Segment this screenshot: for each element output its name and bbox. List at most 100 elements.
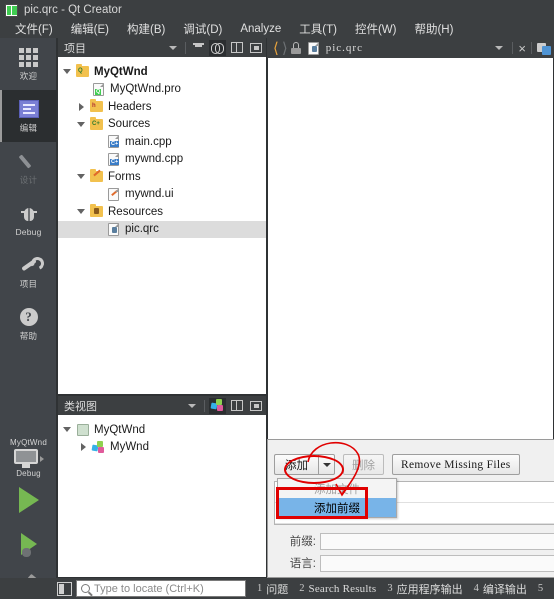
chevron-left-icon[interactable]: ⟨ bbox=[273, 40, 279, 56]
close-icon[interactable]: × bbox=[518, 42, 526, 55]
chevron-down-icon[interactable] bbox=[164, 40, 181, 56]
tree-row[interactable]: MyQtWnd bbox=[58, 421, 266, 439]
twisty-right-icon[interactable] bbox=[74, 102, 88, 111]
split-editor-icon[interactable] bbox=[537, 41, 551, 55]
twisty-down-icon[interactable] bbox=[74, 174, 88, 180]
tree-row[interactable]: h Headers bbox=[58, 98, 266, 116]
prefix-label: 前缀: bbox=[289, 536, 316, 548]
menu-item-add-prefix[interactable]: 添加前缀 bbox=[278, 498, 396, 517]
output-pane-issues[interactable]: 1 问题 bbox=[257, 581, 288, 597]
tree-item-label: MyQtWnd.pro bbox=[110, 83, 181, 96]
output-pane-compile-output[interactable]: 4 编译输出 bbox=[474, 581, 527, 597]
menu-debug[interactable]: 调试(D) bbox=[174, 20, 231, 38]
split-icon[interactable] bbox=[228, 398, 245, 414]
tree-row[interactable]: Forms bbox=[58, 168, 266, 186]
tree-row[interactable]: Q MyQtWnd.pro bbox=[58, 81, 266, 99]
tree-row[interactable]: C+ Sources bbox=[58, 116, 266, 134]
filter-icon[interactable] bbox=[190, 40, 207, 56]
debug-button[interactable] bbox=[0, 522, 57, 566]
mode-welcome-label: 欢迎 bbox=[19, 71, 38, 81]
mode-debug[interactable]: Debug bbox=[0, 194, 57, 246]
menu-build[interactable]: 构建(B) bbox=[118, 20, 174, 38]
tree-row[interactable]: mywnd.ui bbox=[58, 186, 266, 204]
tree-row[interactable]: Resources bbox=[58, 203, 266, 221]
tree-item-label: main.cpp bbox=[125, 135, 172, 148]
twisty-down-icon[interactable] bbox=[60, 69, 74, 75]
tree-row[interactable]: C+ mywnd.cpp bbox=[58, 151, 266, 169]
project-tree: Q MyQtWnd Q MyQtWnd.pro h Headers C+ Sou… bbox=[58, 57, 266, 394]
tree-item-label: mywnd.cpp bbox=[125, 153, 184, 166]
output-pane-5[interactable]: 5 bbox=[538, 583, 547, 594]
menu-analyze[interactable]: Analyze bbox=[231, 22, 290, 36]
file-cpp-icon: C+ bbox=[105, 134, 122, 149]
chevron-down-icon[interactable] bbox=[490, 40, 507, 56]
output-pane-app-output[interactable]: 3 应用程序输出 bbox=[387, 581, 462, 597]
close-pane-icon[interactable] bbox=[247, 398, 264, 414]
chevron-down-icon[interactable] bbox=[318, 454, 335, 475]
remove-missing-files-button[interactable]: Remove Missing Files bbox=[392, 454, 520, 475]
divider bbox=[512, 42, 514, 54]
locator-field[interactable]: Type to locate (Ctrl+K) bbox=[76, 580, 246, 597]
resource-toolbar: 添加 删除 Remove Missing Files bbox=[274, 454, 520, 475]
class-view-tree: MyQtWnd MyWnd bbox=[58, 415, 266, 577]
language-input[interactable] bbox=[320, 554, 554, 572]
remove-button[interactable]: 删除 bbox=[343, 454, 384, 475]
close-pane-icon[interactable] bbox=[247, 40, 264, 56]
tree-row[interactable]: pic.qrc bbox=[58, 220, 266, 238]
split-icon[interactable] bbox=[228, 40, 245, 56]
menu-tools[interactable]: 工具(T) bbox=[290, 20, 346, 38]
menu-item-add-file[interactable]: 添加文件 bbox=[278, 479, 396, 498]
editor-file-tab[interactable]: pic.qrc bbox=[305, 41, 488, 56]
link-icon[interactable] bbox=[209, 39, 226, 56]
menu-widgets[interactable]: 控件(W) bbox=[346, 20, 406, 38]
tree-row[interactable]: Q MyQtWnd bbox=[58, 63, 266, 81]
menu-file[interactable]: 文件(F) bbox=[6, 20, 62, 38]
mode-selector-bar: 欢迎 编辑 设计 Debug 项目 ? 帮助 MyQtWnd Debug bbox=[0, 38, 57, 597]
class-view-dock: 类视图 MyQtWnd MyWnd bbox=[57, 395, 267, 578]
add-button-group[interactable]: 添加 bbox=[274, 454, 335, 475]
twisty-down-icon[interactable] bbox=[74, 121, 88, 127]
divider bbox=[531, 42, 532, 54]
file-qrc-icon bbox=[105, 222, 122, 237]
add-button[interactable]: 添加 bbox=[274, 454, 318, 475]
twisty-down-icon[interactable] bbox=[60, 427, 74, 433]
menu-edit[interactable]: 编辑(E) bbox=[62, 20, 118, 38]
mode-projects[interactable]: 项目 bbox=[0, 246, 57, 298]
mode-edit[interactable]: 编辑 bbox=[0, 90, 57, 142]
run-button[interactable] bbox=[0, 478, 57, 522]
twisty-down-icon[interactable] bbox=[74, 209, 88, 215]
mode-design[interactable]: 设计 bbox=[0, 142, 57, 194]
output-pane-search-results[interactable]: 2 Search Results bbox=[299, 583, 376, 595]
tree-item-label: pic.qrc bbox=[125, 223, 159, 236]
prefix-input[interactable] bbox=[320, 532, 554, 550]
locator-placeholder: Type to locate (Ctrl+K) bbox=[94, 582, 204, 595]
class-view-title: 类视图 bbox=[64, 400, 97, 413]
locate-toggle-icon[interactable] bbox=[57, 581, 72, 596]
tree-row[interactable]: C+ main.cpp bbox=[58, 133, 266, 151]
tree-item-label: Resources bbox=[108, 205, 163, 218]
chevron-right-icon[interactable]: ⟩ bbox=[282, 40, 288, 56]
tree-item-label: mywnd.ui bbox=[125, 188, 174, 201]
menu-help[interactable]: 帮助(H) bbox=[405, 20, 462, 38]
editor-canvas[interactable] bbox=[267, 58, 554, 439]
file-pro-icon: Q bbox=[90, 82, 107, 97]
mode-help[interactable]: ? 帮助 bbox=[0, 298, 57, 350]
chevron-down-icon[interactable] bbox=[183, 398, 200, 414]
status-bar: Type to locate (Ctrl+K) 1 问题 2 Search Re… bbox=[0, 578, 554, 599]
mode-welcome[interactable]: 欢迎 bbox=[0, 38, 57, 90]
kit-selector[interactable]: MyQtWnd Debug bbox=[0, 438, 57, 599]
title-bar: pic.qrc - Qt Creator bbox=[0, 0, 554, 20]
class-view-icon[interactable] bbox=[209, 397, 226, 414]
twisty-right-icon[interactable] bbox=[76, 443, 90, 452]
bug-icon bbox=[18, 203, 40, 225]
language-label: 语言: bbox=[289, 558, 316, 570]
mode-design-label: 设计 bbox=[19, 175, 38, 185]
unlock-icon[interactable] bbox=[290, 42, 302, 54]
pencil-icon bbox=[18, 150, 40, 172]
mode-help-label: 帮助 bbox=[19, 331, 38, 341]
kit-build-config: Debug bbox=[16, 469, 41, 478]
editor-toolbar: ⟨ ⟩ pic.qrc × bbox=[267, 38, 554, 58]
folder-resources-icon bbox=[88, 204, 105, 219]
add-dropdown-menu: 添加文件 添加前缀 bbox=[277, 478, 397, 518]
tree-row[interactable]: MyWnd bbox=[58, 439, 266, 457]
